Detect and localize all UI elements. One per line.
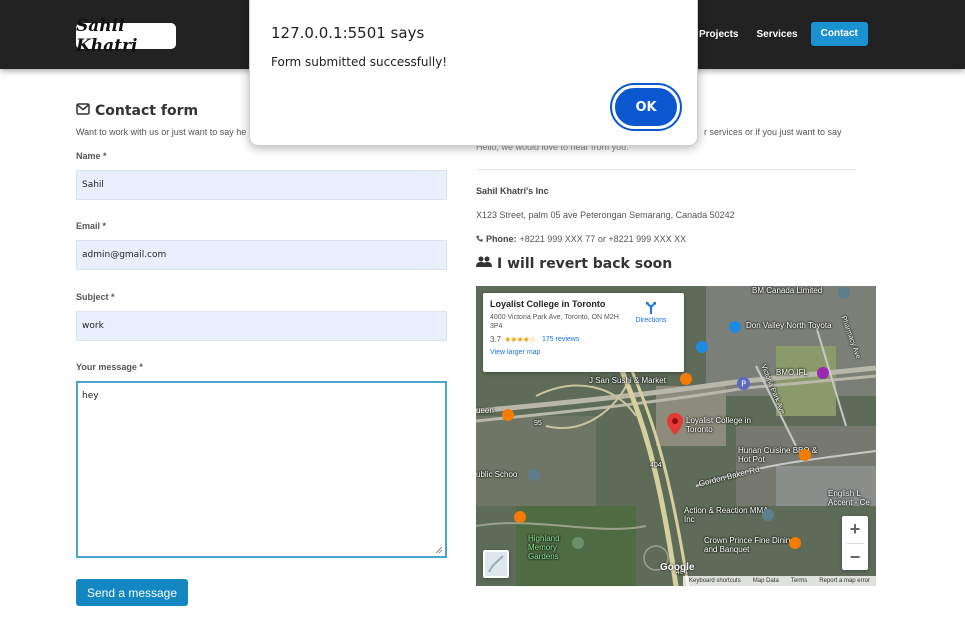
report-map-error-link[interactable]: Report a map error — [819, 578, 870, 584]
contact-form-heading: Contact form — [76, 103, 198, 119]
restaurant-marker-icon-2[interactable] — [799, 448, 811, 466]
phone-icon — [476, 234, 483, 244]
contact-form-description: Want to work with us or just want to say… — [76, 127, 247, 137]
parking-marker-icon[interactable]: P — [737, 377, 750, 395]
map-layer-toggle[interactable] — [483, 550, 509, 578]
place-rating: 3.7 ★★★★☆ 175 reviews — [490, 335, 677, 344]
dialog-title: 127.0.0.1:5501 says — [271, 24, 425, 42]
company-phone: Phone: +8221 999 XXX 77 or +8221 999 XXX… — [476, 234, 686, 244]
keyboard-shortcuts-link[interactable]: Keyboard shortcuts — [689, 578, 741, 584]
restaurant-marker-icon[interactable] — [680, 372, 692, 390]
map-label-loyalist: Loyalist College in Toronto — [686, 416, 751, 434]
divider — [476, 169, 856, 170]
resize-handle-icon[interactable] — [435, 546, 443, 554]
message-textarea[interactable]: hey — [76, 381, 447, 558]
nav-link-services[interactable]: Services — [747, 29, 806, 40]
intro-text-line1: r services or if you just want to say — [704, 127, 842, 137]
phone-label: Phone: — [486, 234, 517, 244]
alert-dialog: 127.0.0.1:5501 says Form submitted succe… — [249, 0, 698, 146]
map-label-road-95: 95 — [534, 420, 542, 427]
restaurant-marker-icon-4[interactable] — [502, 408, 514, 426]
shopping-marker-icon[interactable] — [817, 366, 829, 384]
nav-link-contact[interactable]: Contact — [810, 22, 868, 46]
nav-links: Projects Services Contact — [690, 22, 868, 46]
map-label-bmo-canada: BM Canada Limited — [752, 286, 823, 295]
cemetery-marker-icon[interactable] — [572, 536, 584, 554]
map-label-j-san: J San Sushi & Market — [589, 376, 666, 385]
map-embed[interactable]: Loyalist College in Toronto 4000 Victori… — [476, 286, 876, 586]
directions-button[interactable]: Directions — [630, 301, 672, 324]
map-layer-thumbnail-icon — [485, 552, 507, 576]
directions-icon — [630, 301, 672, 317]
users-icon — [476, 256, 492, 272]
school-marker-icon[interactable] — [528, 468, 540, 486]
map-label-bmo-field: BMO IFL — [776, 368, 809, 377]
business-marker-icon[interactable] — [838, 286, 850, 304]
rating-stars-icon: ★★★★☆ — [504, 335, 536, 344]
location-pin-icon[interactable] — [667, 413, 683, 440]
map-place-card: Loyalist College in Toronto 4000 Victori… — [483, 293, 684, 372]
google-logo: Google — [660, 562, 695, 573]
map-label-don-valley: Don Valley North Toyota — [746, 321, 832, 330]
envelope-icon — [76, 103, 90, 119]
email-input[interactable]: admin@gmail.com — [76, 240, 447, 270]
revert-heading: I will revert back soon — [476, 256, 672, 272]
zoom-in-button[interactable]: + — [842, 516, 868, 543]
revert-title: I will revert back soon — [497, 256, 673, 272]
rating-value: 3.7 — [490, 335, 502, 344]
phone-value: +8221 999 XXX 77 or +8221 999 XXX XX — [519, 234, 687, 244]
restaurant-marker-icon-5[interactable] — [514, 510, 526, 528]
email-label: Email * — [76, 221, 107, 231]
dialog-ok-button[interactable]: OK — [612, 85, 680, 129]
name-input[interactable]: Sahil — [76, 170, 447, 200]
nav-link-projects[interactable]: Projects — [690, 29, 747, 40]
message-text: hey — [82, 391, 99, 401]
site-logo[interactable]: Sahil Khatri — [76, 16, 176, 56]
zoom-out-button[interactable]: − — [842, 544, 868, 571]
svg-text:P: P — [741, 380, 746, 389]
map-zoom-controls: + − — [842, 516, 868, 570]
dialog-message: Form submitted successfully! — [271, 55, 448, 69]
map-label-road-404: 404 — [650, 462, 662, 469]
map-label-public-school: ublic Schoo — [476, 470, 518, 479]
map-attribution: Keyboard shortcuts Map Data Terms Report… — [683, 576, 876, 586]
name-label: Name * — [76, 151, 107, 161]
map-label-queen: ueen — [476, 406, 494, 415]
map-data-link[interactable]: Map Data — [753, 578, 779, 584]
place-address: 4000 Victoria Park Ave, Toronto, ON M2H … — [490, 314, 619, 330]
subject-label: Subject * — [76, 292, 115, 302]
send-message-button[interactable]: Send a message — [76, 579, 188, 606]
directions-label: Directions — [635, 317, 667, 324]
subject-input[interactable]: work — [76, 311, 447, 341]
view-larger-map-link[interactable]: View larger map — [490, 349, 677, 356]
dealership-marker-icon-2[interactable] — [696, 340, 708, 358]
terms-link[interactable]: Terms — [791, 578, 807, 584]
dealership-marker-icon[interactable] — [729, 320, 741, 338]
message-label: Your message * — [76, 362, 143, 372]
reviews-link[interactable]: 175 reviews — [542, 336, 579, 343]
company-address: X123 Street, palm 05 ave Peterongan Sema… — [476, 210, 735, 220]
business-marker-icon-2[interactable] — [762, 508, 774, 526]
map-label-english: English L Accent - Ce — [828, 489, 870, 507]
restaurant-marker-icon-3[interactable] — [789, 536, 801, 554]
map-label-highland: Highland Memory Gardens — [528, 534, 560, 561]
company-name: Sahil Khatri's Inc — [476, 186, 549, 196]
contact-form-title: Contact form — [95, 103, 199, 119]
